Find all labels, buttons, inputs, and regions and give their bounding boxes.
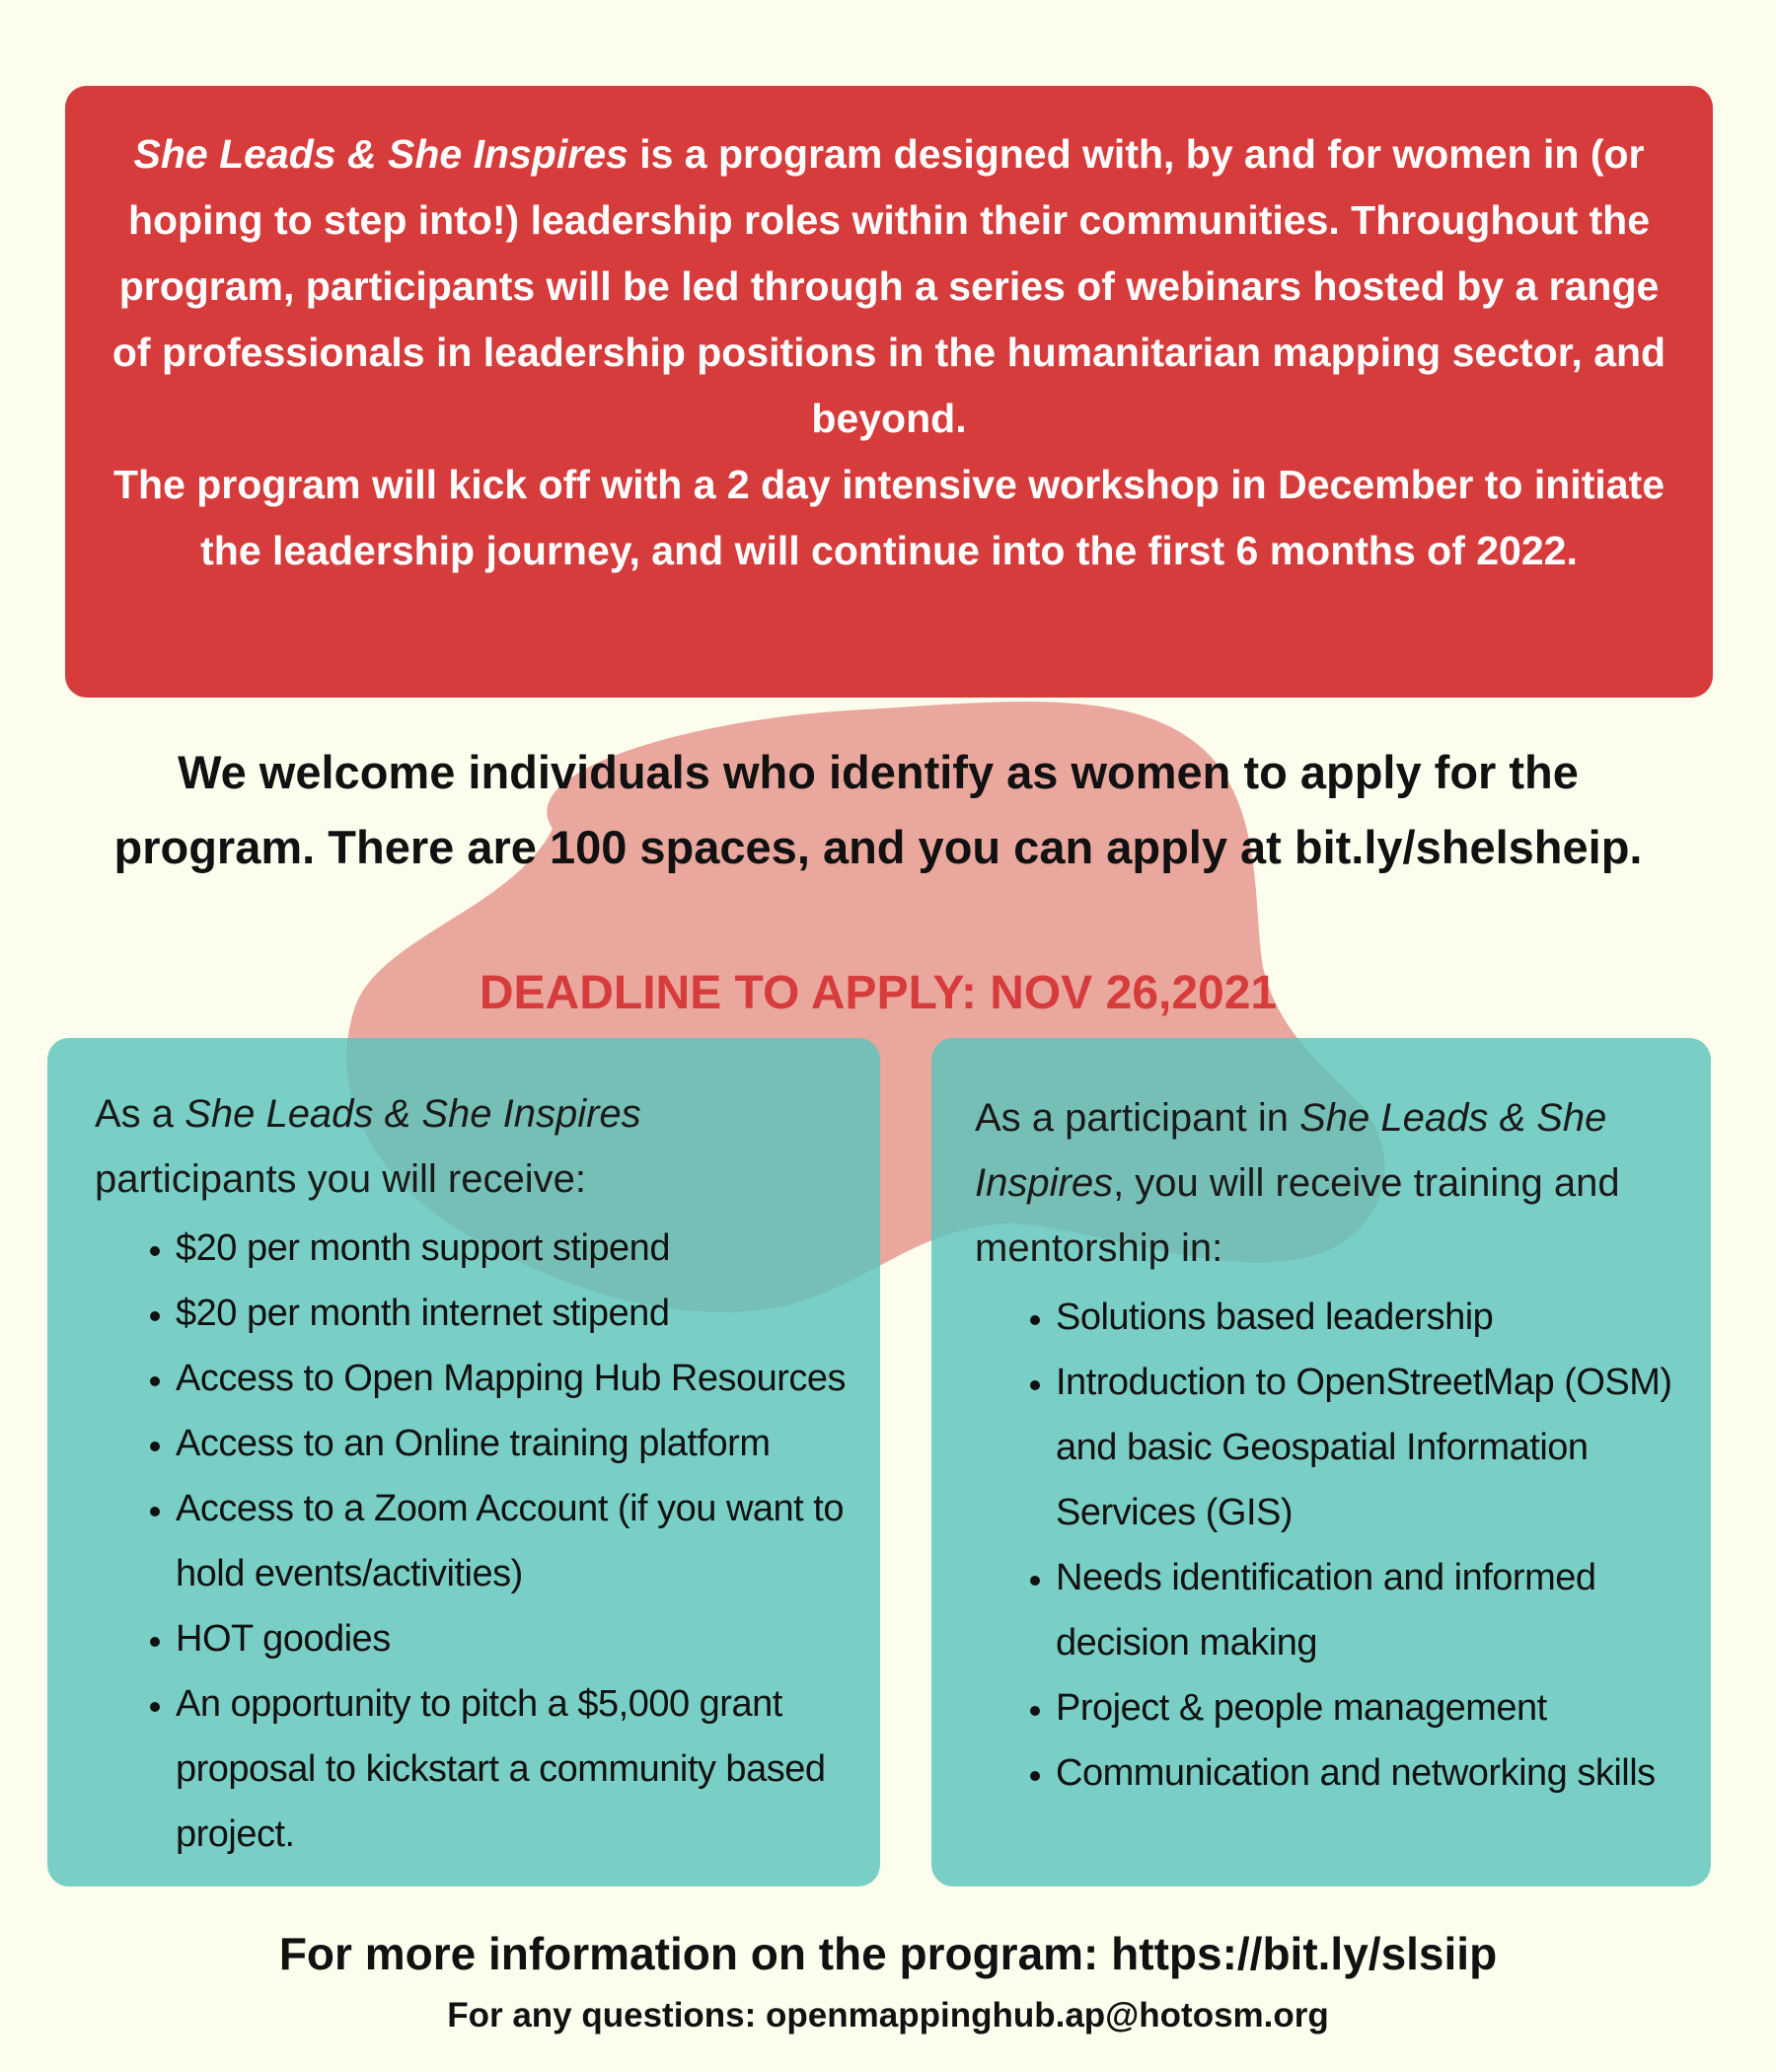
benefits-intro-prefix: As a — [95, 1092, 185, 1136]
list-item: Communication and networking skills — [1056, 1740, 1681, 1806]
list-item: Access to a Zoom Account (if you want to… — [176, 1476, 851, 1606]
list-item: $20 per month support stipend — [176, 1216, 851, 1281]
benefits-list: $20 per month support stipend $20 per mo… — [95, 1216, 851, 1867]
program-description-box: She Leads & She Inspires is a program de… — [65, 86, 1713, 698]
training-intro-prefix: As a participant in — [975, 1096, 1300, 1140]
training-card-intro: As a participant in She Leads & She Insp… — [975, 1085, 1681, 1281]
welcome-text: We welcome individuals who identify as w… — [113, 746, 1643, 873]
list-item: Introduction to OpenStreetMap (OSM) and … — [1056, 1350, 1681, 1545]
program-description-text: is a program designed with, by and for w… — [111, 131, 1666, 441]
list-item: HOT goodies — [176, 1606, 851, 1671]
benefits-intro-program-name: She Leads & She Inspires — [185, 1092, 641, 1136]
contact-line: For any questions: openmappinghub.ap@hot… — [447, 1996, 1329, 2035]
list-item: Needs identification and informed decisi… — [1056, 1545, 1681, 1675]
list-item: Solutions based leadership — [1056, 1285, 1681, 1350]
list-item: Access to an Online training platform — [176, 1411, 851, 1476]
list-item: An opportunity to pitch a $5,000 grant p… — [176, 1671, 851, 1867]
program-description-paragraph: She Leads & She Inspires is a program de… — [95, 121, 1683, 452]
application-deadline: DEADLINE TO APPLY: NOV 26,2021 — [479, 967, 1278, 1019]
program-name: She Leads & She Inspires — [133, 131, 629, 177]
training-topics-card: As a participant in She Leads & She Insp… — [931, 1038, 1711, 1887]
welcome-statement: We welcome individuals who identify as w… — [89, 735, 1667, 885]
list-item: Access to Open Mapping Hub Resources — [176, 1346, 851, 1411]
list-item: $20 per month internet stipend — [176, 1281, 851, 1346]
benefits-intro-suffix: participants you will receive: — [95, 1157, 586, 1201]
more-info-line: For more information on the program: htt… — [278, 1928, 1498, 1979]
program-schedule-paragraph: The program will kick off with a 2 day i… — [112, 462, 1665, 573]
list-item: Project & people management — [1056, 1675, 1681, 1740]
training-topics-list: Solutions based leadership Introduction … — [975, 1285, 1681, 1806]
benefits-card-intro: As a She Leads & She Inspires participan… — [95, 1081, 851, 1212]
participant-benefits-card: As a She Leads & She Inspires participan… — [47, 1038, 880, 1887]
